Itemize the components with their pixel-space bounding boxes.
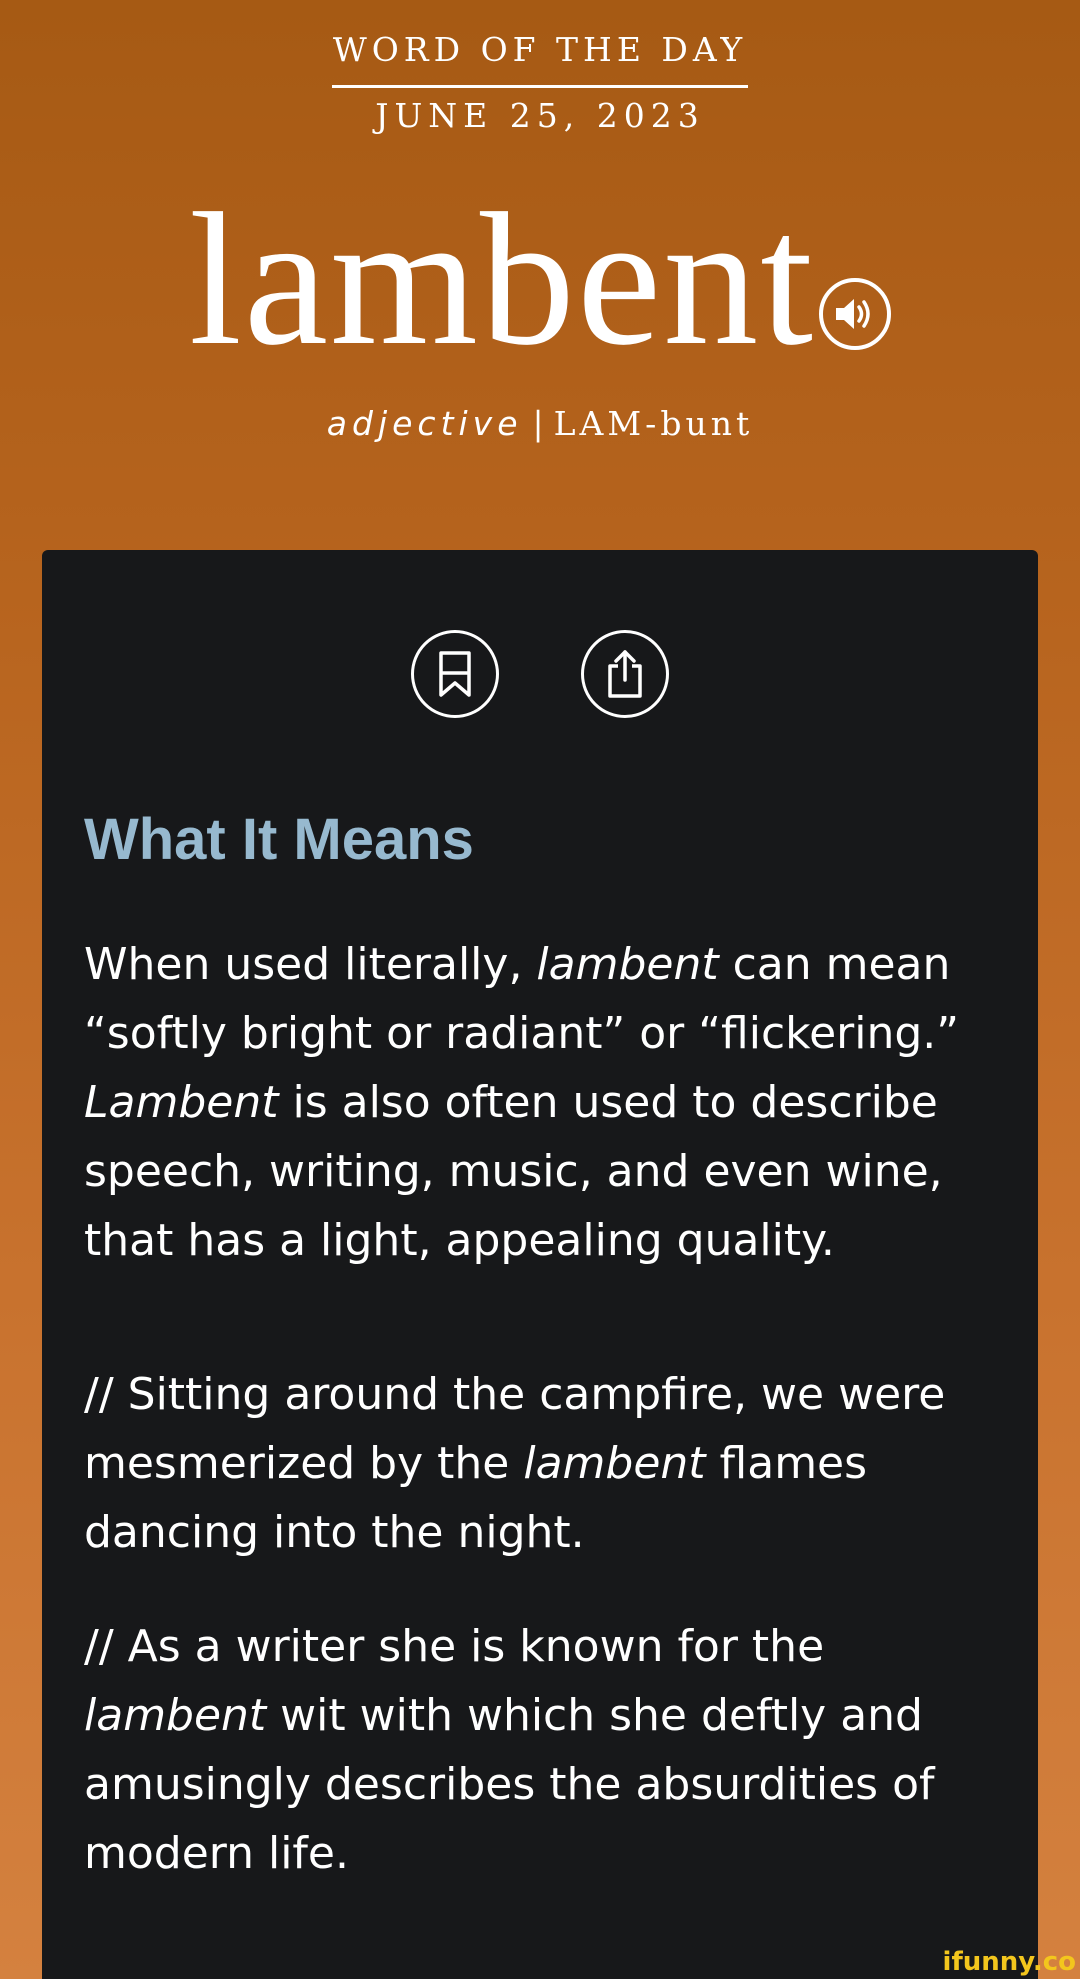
save-word-button[interactable] <box>411 630 499 718</box>
kicker-label: WORD OF THE DAY <box>332 30 748 69</box>
definition-paragraph: When used literally, lambent can mean “s… <box>84 939 960 1266</box>
pronunciation-audio-button[interactable] <box>819 278 892 350</box>
separator: | <box>532 404 544 443</box>
definition-card: What It Means When used literally, lambe… <box>42 550 1038 1979</box>
pos-pronunciation-line: adjective | LAM-bunt <box>0 404 1080 443</box>
headword: lambent <box>188 175 816 385</box>
watermark: ifunny.co <box>942 1947 1076 1977</box>
section-title: What It Means <box>84 807 474 872</box>
example-sentence-2: // As a writer she is known for the lamb… <box>84 1621 935 1879</box>
bookmark-icon <box>439 651 471 697</box>
word-row: lambent <box>0 160 1080 380</box>
word-of-day-header: WORD OF THE DAY JUNE 25, 2023 lambent ad… <box>0 0 1080 550</box>
date-label: JUNE 25, 2023 <box>375 96 705 135</box>
kicker-divider <box>332 85 748 88</box>
part-of-speech: adjective <box>326 404 523 443</box>
example-sentence-1: // Sitting around the campfire, we were … <box>84 1369 946 1558</box>
speaker-icon <box>836 299 870 329</box>
action-buttons <box>42 630 1038 718</box>
share-icon <box>608 650 642 698</box>
pronunciation: LAM-bunt <box>553 404 754 443</box>
share-word-button[interactable] <box>581 630 669 718</box>
